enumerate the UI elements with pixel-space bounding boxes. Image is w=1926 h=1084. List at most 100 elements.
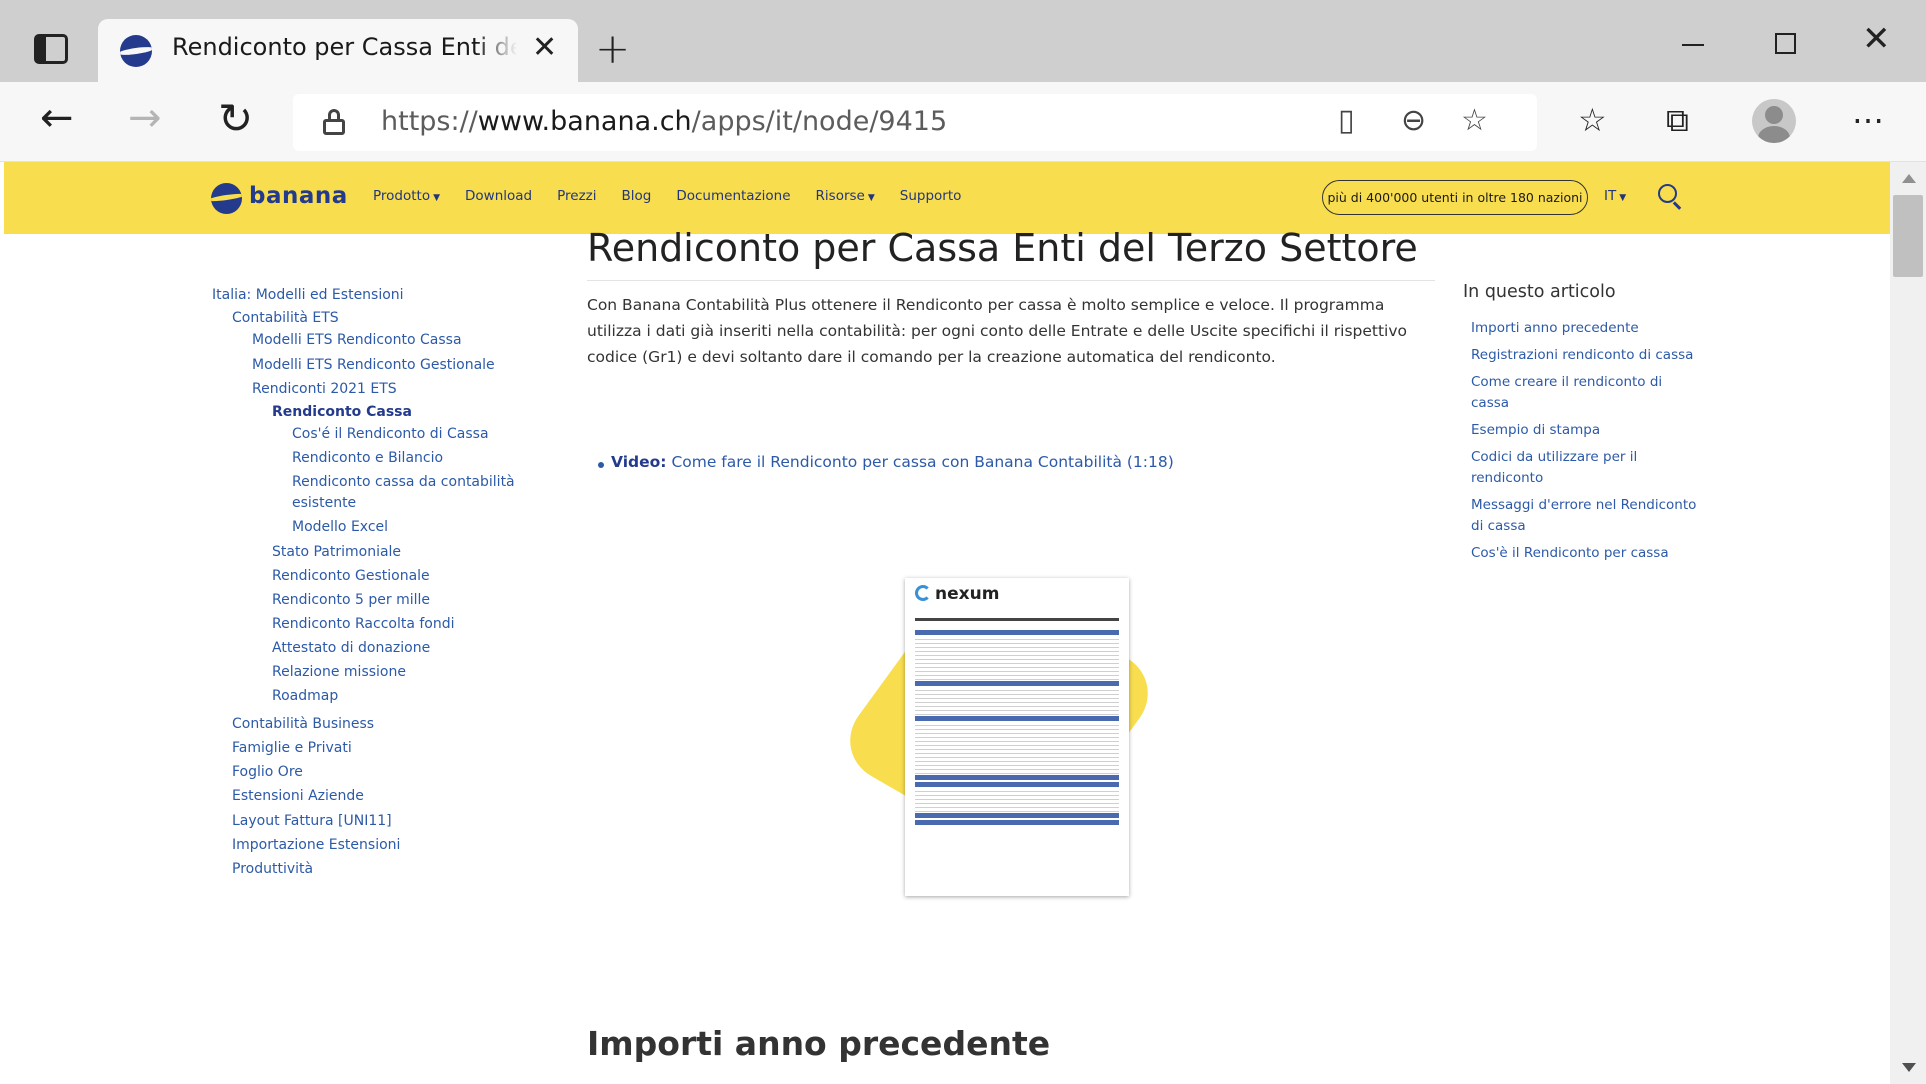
nexum-logo-text: nexum [935,584,1000,604]
document-table-row [915,677,1119,680]
document-table-row [915,727,1119,730]
language-selector[interactable]: IT ▼ [1604,188,1626,204]
nav-item-stato-patrimoniale[interactable]: Stato Patrimoniale [272,542,401,563]
forward-icon[interactable]: → [128,98,162,138]
nav-item-importazione-estensioni[interactable]: Importazione Estensioni [232,835,400,856]
toc-link-esempio-stampa[interactable]: Esempio di stampa [1471,420,1600,441]
collections-icon[interactable]: ⧉ [1666,104,1689,136]
document-table-row [915,793,1119,796]
browser-tab[interactable]: Rendiconto per Cassa Enti del Terzo Sett… [98,19,578,82]
lock-icon[interactable] [323,109,345,136]
menu-item-supporto[interactable]: Supporto [900,188,962,204]
nav-item-rendiconto-bilancio[interactable]: Rendiconto e Bilancio [292,448,443,469]
browser-toolbar: ← → ↻ https://www.banana.ch/apps/it/node… [0,82,1926,162]
favorites-icon[interactable]: ☆ [1578,104,1607,136]
document-table-header [915,716,1119,721]
document-table-row [915,657,1119,660]
tab-actions-icon[interactable] [34,34,68,64]
toc-link-importi[interactable]: Importi anno precedente [1471,318,1639,339]
nav-item-roadmap[interactable]: Roadmap [272,686,338,707]
document-table-row [915,743,1119,746]
toc-link-line: di cassa [1471,518,1526,534]
nav-item-contabilita-ets[interactable]: Contabilità ETS [232,308,339,329]
reload-icon[interactable]: ↻ [218,98,253,140]
nav-item-rendiconto-da-contabilita[interactable]: Rendiconto cassa da contabilità [292,472,515,493]
nav-item-attestato-donazione[interactable]: Attestato di donazione [272,638,430,659]
nav-item-5-per-mille[interactable]: Rendiconto 5 per mille [272,590,430,611]
nav-item-layout-fattura[interactable]: Layout Fattura [UNI11] [232,811,392,832]
document-table [915,630,1119,876]
close-tab-icon[interactable]: ✕ [532,33,557,63]
menu-item-prezzi[interactable]: Prezzi [557,188,596,204]
toc-link-line: rendiconto [1471,470,1544,486]
address-bar[interactable]: https://www.banana.ch/apps/it/node/9415 … [293,94,1537,151]
toc-link-come-creare[interactable]: Come creare il rendiconto di cassa [1471,372,1662,414]
document-table-row [915,708,1119,711]
nav-item-produttivita[interactable]: Produttività [232,859,313,880]
nexum-logo: nexum [915,584,999,604]
toc-link-cose[interactable]: Cos'è il Rendiconto per cassa [1471,543,1669,564]
nav-item-famiglie-privati[interactable]: Famiglie e Privati [232,738,352,759]
maximize-window-icon[interactable] [1775,33,1796,54]
nav-item-estensioni-aziende[interactable]: Estensioni Aziende [232,786,364,807]
vertical-scrollbar[interactable] [1890,162,1926,1084]
profile-avatar[interactable] [1752,99,1796,143]
menu-item-documentazione[interactable]: Documentazione [676,188,790,204]
nav-item-contabilita-business[interactable]: Contabilità Business [232,714,374,735]
document-table-header [915,820,1119,825]
site-header: banana Prodotto ▼ Download Prezzi Blog Do… [4,162,1890,234]
document-table-row [915,669,1119,672]
nav-item-modelli-ets-cassa[interactable]: Modelli ETS Rendiconto Cassa [252,330,462,351]
title-divider [587,280,1435,281]
zoom-out-icon[interactable]: ⊖ [1401,106,1426,136]
users-badge[interactable]: più di 400'000 utenti in oltre 180 nazio… [1322,180,1588,215]
close-window-icon[interactable]: ✕ [1862,22,1891,56]
scroll-up-arrow-icon[interactable] [1902,174,1916,183]
add-favorite-icon[interactable]: ☆ [1461,106,1488,136]
caret-down-icon: ▼ [1619,193,1627,203]
toc-link-messaggi-errore[interactable]: Messaggi d'errore nel Rendiconto di cassa [1471,495,1696,537]
nav-item-rendiconto-gestionale[interactable]: Rendiconto Gestionale [272,566,430,587]
nav-item-rendiconto-cassa[interactable]: Rendiconto Cassa [272,402,412,423]
toc-link-line: cassa [1471,395,1510,411]
new-tab-icon[interactable]: + [595,28,630,70]
menu-item-blog[interactable]: Blog [622,188,652,204]
more-menu-icon[interactable]: … [1852,96,1884,128]
url-text[interactable]: https://www.banana.ch/apps/it/node/9415 [381,106,947,137]
document-table-row [915,712,1119,715]
document-table-row [915,641,1119,644]
video-list-item: Video: Come fare il Rendiconto per cassa… [598,453,1174,471]
nav-item-rendiconto-da-contabilita-cont[interactable]: esistente [292,493,356,514]
menu-item-download[interactable]: Download [465,188,532,204]
scroll-thumb[interactable] [1893,195,1923,277]
site-search-icon[interactable] [1658,184,1682,210]
menu-item-label: Prezzi [557,188,597,204]
menu-item-label: Download [465,188,533,204]
nav-item-modello-excel[interactable]: Modello Excel [292,517,388,538]
nav-item-modelli-ets-gestionale[interactable]: Modelli ETS Rendiconto Gestionale [252,355,495,376]
minimize-window-icon[interactable] [1682,44,1704,46]
menu-item-prodotto[interactable]: Prodotto ▼ [373,188,440,204]
document-table-row [915,739,1119,742]
document-table-header [915,630,1119,635]
nav-item-cose-rendiconto[interactable]: Cos'é il Rendiconto di Cassa [292,424,489,445]
nav-item-rendiconti-2021[interactable]: Rendiconti 2021 ETS [252,379,397,400]
nav-item-raccolta-fondi[interactable]: Rendiconto Raccolta fondi [272,614,455,635]
scroll-down-arrow-icon[interactable] [1902,1063,1916,1072]
nav-item-italia[interactable]: Italia: Modelli ed Estensioni [212,285,404,306]
toc-link-registrazioni[interactable]: Registrazioni rendiconto di cassa [1471,345,1693,366]
toc-link-codici[interactable]: Codici da utilizzare per il rendiconto [1471,447,1637,489]
banana-favicon-icon [120,35,152,67]
menu-item-risorse[interactable]: Risorse ▼ [816,188,875,204]
document-table-row [915,723,1119,726]
document-table-row [915,704,1119,707]
nav-item-foglio-ore[interactable]: Foglio Ore [232,762,303,783]
document-table-row [915,763,1119,766]
menu-item-label: Prodotto [373,188,431,204]
document-table-row [915,665,1119,668]
toc-link-line: Messaggi d'errore nel Rendiconto [1471,497,1697,513]
nav-item-relazione-missione[interactable]: Relazione missione [272,662,406,683]
back-icon[interactable]: ← [40,98,74,138]
immersive-reader-icon[interactable]: ▯ [1338,106,1355,136]
video-link[interactable]: Come fare il Rendiconto per cassa con Ba… [671,453,1173,471]
